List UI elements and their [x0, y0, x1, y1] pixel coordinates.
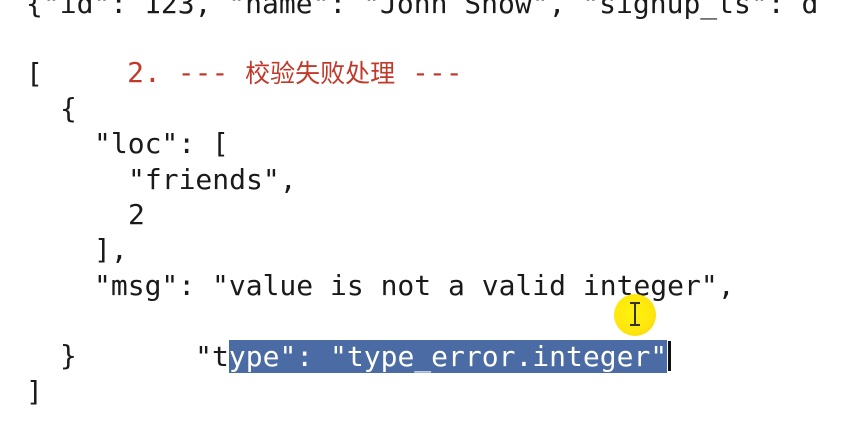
text-caret [668, 340, 672, 371]
heading-chinese-text: 校验失败处理 [245, 58, 396, 88]
heading-prefix: 2. --- [127, 55, 246, 89]
code-line-close-brace: } [60, 339, 77, 372]
i-beam-cursor-icon [630, 302, 640, 326]
code-line-friends: "friends", [128, 163, 297, 196]
code-line-open-brace: { [60, 92, 77, 125]
code-line-close-bracket: ] [26, 375, 43, 408]
code-line-close-loc: ], [94, 233, 128, 266]
code-text-area[interactable]: {"id": 123, "name": "John Snow", "signup… [0, 0, 860, 431]
text-selection[interactable]: ype": "type_error.integer" [228, 339, 668, 373]
code-line-index: 2 [128, 198, 145, 231]
heading-suffix: --- [395, 55, 463, 89]
code-line-loc: "loc": [ [94, 127, 229, 160]
code-line-open-bracket: [ [26, 57, 43, 90]
code-viewer: {"id": 123, "name": "John Snow", "signup… [0, 0, 860, 431]
type-unselected-text: "t [195, 339, 229, 373]
code-line-type: "type": "type_error.integer" [94, 303, 672, 410]
code-line-heading: 2. --- 校验失败处理 --- [26, 19, 463, 127]
